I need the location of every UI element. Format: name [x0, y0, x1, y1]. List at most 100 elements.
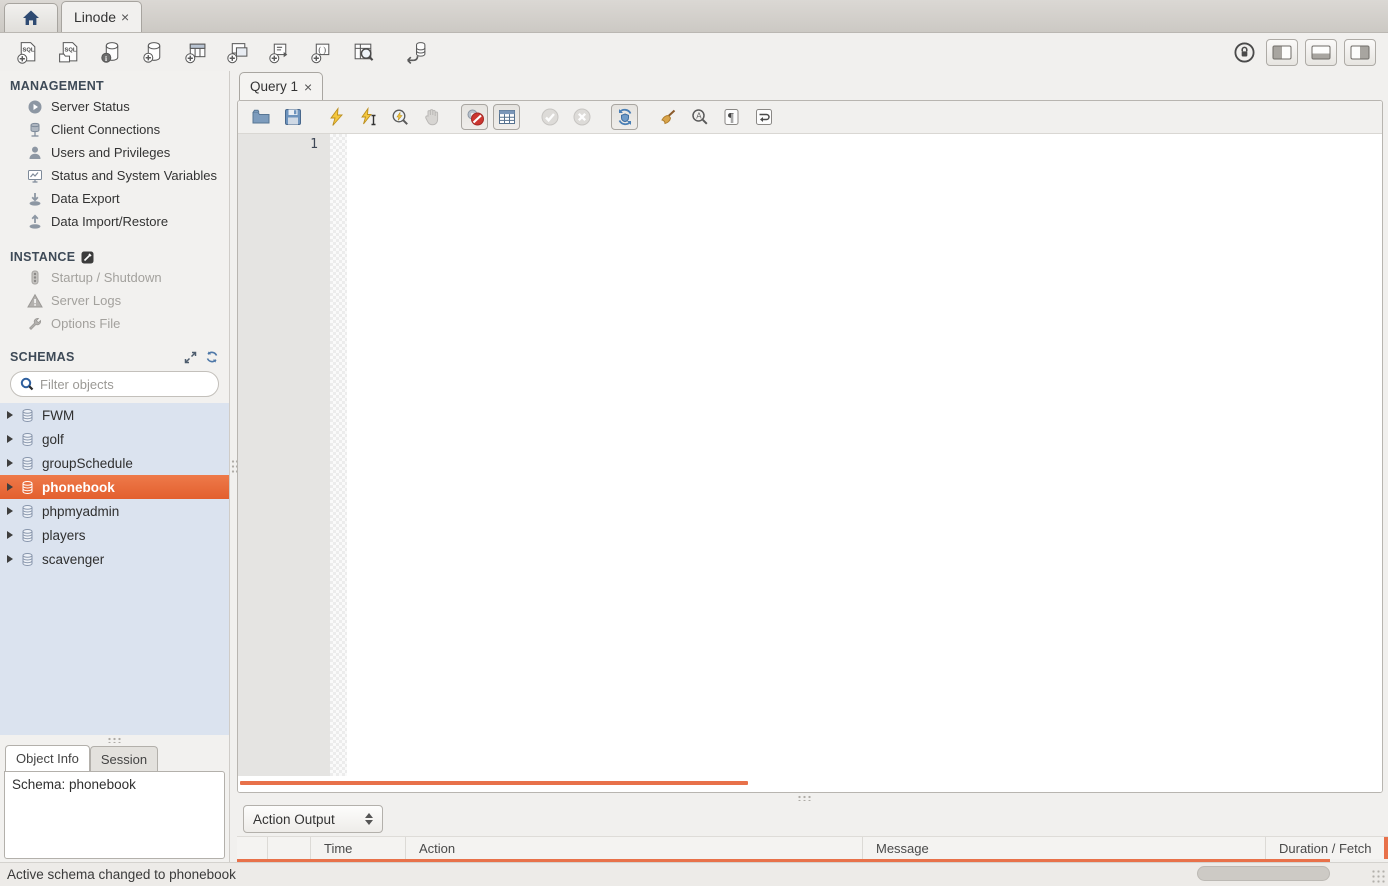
stop-icon[interactable]: [418, 104, 445, 130]
create-table-icon[interactable]: [180, 37, 210, 67]
code-area[interactable]: [347, 134, 1382, 776]
open-script-icon[interactable]: [247, 104, 274, 130]
output-table-header: Time Action Message Duration / Fetch: [237, 836, 1388, 862]
toggle-autocommit-icon[interactable]: [611, 104, 638, 130]
server-status-icon: [27, 99, 43, 115]
expander-icon[interactable]: [7, 411, 13, 419]
create-schema-icon[interactable]: [138, 37, 168, 67]
schema-filter-input[interactable]: [40, 377, 216, 392]
expander-icon[interactable]: [7, 555, 13, 563]
schema-icon: [20, 456, 35, 471]
status-bar: Active schema changed to phonebook: [0, 862, 1388, 886]
schema-row-phpmyadmin[interactable]: phpmyadmin: [0, 499, 229, 523]
line-number: 1: [310, 137, 318, 152]
home-tab[interactable]: [4, 3, 58, 32]
window-resize-grip-icon[interactable]: [1371, 869, 1386, 884]
home-icon: [21, 9, 41, 27]
create-procedure-icon[interactable]: [264, 37, 294, 67]
tab-query-1[interactable]: Query 1 ×: [239, 72, 323, 100]
tab-session[interactable]: Session: [90, 746, 158, 771]
horizontal-scrollbar-thumb[interactable]: [1197, 866, 1330, 881]
schema-inspector-icon[interactable]: i: [96, 37, 126, 67]
sidebar-item-startup-shutdown[interactable]: Startup / Shutdown: [0, 266, 229, 289]
refresh-schemas-icon[interactable]: [204, 350, 219, 365]
sql-editor[interactable]: 1: [238, 134, 1382, 792]
toggle-stop-on-error-icon[interactable]: [461, 104, 488, 130]
sidebar-main-splitter[interactable]: [230, 71, 237, 862]
expander-icon[interactable]: [7, 531, 13, 539]
column-status: [237, 837, 268, 859]
workbench-window: Linode × SQL SQL i ( ): [0, 0, 1388, 886]
explain-icon[interactable]: [386, 104, 413, 130]
svg-text:( ): ( ): [318, 45, 326, 54]
output-right-accent: [1384, 837, 1388, 859]
sql-editor-toolbar: A ¶: [238, 101, 1382, 134]
sidebar-item-users-privileges[interactable]: Users and Privileges: [0, 141, 229, 164]
limit-rows-icon[interactable]: [493, 104, 520, 130]
schemas-section-title: SCHEMAS: [0, 347, 229, 366]
toggle-wrap-icon[interactable]: [750, 104, 777, 130]
toggle-left-panel-button[interactable]: [1266, 39, 1298, 66]
schema-row-fwm[interactable]: FWM: [0, 403, 229, 427]
new-sql-script-icon[interactable]: SQL: [12, 37, 42, 67]
line-number-gutter: 1: [238, 134, 330, 776]
commit-icon[interactable]: [536, 104, 563, 130]
object-info-content: Schema: phonebook: [12, 777, 136, 792]
expander-icon[interactable]: [7, 507, 13, 515]
search-table-data-icon[interactable]: [348, 37, 378, 67]
instance-config-badge-icon: [81, 251, 94, 264]
sidebar-item-server-logs[interactable]: Server Logs: [0, 289, 229, 312]
schema-row-scavenger[interactable]: scavenger: [0, 547, 229, 571]
schema-row-golf[interactable]: golf: [0, 427, 229, 451]
tab-object-info[interactable]: Object Info: [5, 745, 90, 771]
connection-tab-close-icon[interactable]: ×: [121, 10, 129, 24]
client-connections-icon: [27, 122, 43, 138]
expand-schemas-icon[interactable]: [183, 350, 198, 365]
column-index: [268, 837, 311, 859]
editor-output-splitter[interactable]: [237, 793, 1388, 802]
expander-icon[interactable]: [7, 435, 13, 443]
find-icon[interactable]: A: [686, 104, 713, 130]
beautify-icon[interactable]: [654, 104, 681, 130]
show-invisible-characters-icon[interactable]: ¶: [718, 104, 745, 130]
schema-icon: [20, 504, 35, 519]
output-type-select[interactable]: Action Output: [243, 805, 383, 833]
sidebar-item-system-variables[interactable]: Status and System Variables: [0, 164, 229, 187]
column-time: Time: [311, 837, 406, 859]
column-action: Action: [406, 837, 863, 859]
schema-row-groupschedule[interactable]: groupSchedule: [0, 451, 229, 475]
schema-row-phonebook-selected[interactable]: phonebook: [0, 475, 229, 499]
sidebar-item-client-connections[interactable]: Client Connections: [0, 118, 229, 141]
svg-text:¶: ¶: [728, 110, 734, 125]
save-script-icon[interactable]: [279, 104, 306, 130]
connection-tab[interactable]: Linode ×: [61, 1, 142, 32]
schema-icon: [20, 432, 35, 447]
expander-icon[interactable]: [7, 459, 13, 467]
svg-text:SQL: SQL: [64, 47, 76, 53]
create-function-icon[interactable]: ( ): [306, 37, 336, 67]
sidebar-item-options-file[interactable]: Options File: [0, 312, 229, 335]
rollback-icon[interactable]: [568, 104, 595, 130]
sidebar-item-data-export[interactable]: Data Export: [0, 187, 229, 210]
open-sql-script-icon[interactable]: SQL: [54, 37, 84, 67]
sidebar-bottom-splitter[interactable]: [0, 735, 229, 745]
reconnect-server-icon[interactable]: [400, 37, 430, 67]
sidebar: MANAGEMENT Server Status Client Connecti…: [0, 71, 230, 862]
execute-icon[interactable]: [322, 104, 349, 130]
select-stepper-icon: [365, 813, 373, 825]
info-panel-tabs: Object Info Session: [0, 745, 229, 771]
execute-current-statement-icon[interactable]: [354, 104, 381, 130]
notification-beacon-icon[interactable]: [1229, 37, 1259, 67]
column-message: Message: [863, 837, 1266, 859]
schema-row-players[interactable]: players: [0, 523, 229, 547]
create-view-icon[interactable]: [222, 37, 252, 67]
expander-icon[interactable]: [7, 483, 13, 491]
sidebar-item-data-import[interactable]: Data Import/Restore: [0, 210, 229, 233]
instance-section-title: INSTANCE: [0, 247, 229, 266]
system-variables-icon: [27, 168, 43, 184]
editor-scroll-indicator[interactable]: [240, 781, 748, 785]
toggle-right-panel-button[interactable]: [1344, 39, 1376, 66]
sidebar-item-server-status[interactable]: Server Status: [0, 95, 229, 118]
toggle-bottom-panel-button[interactable]: [1305, 39, 1337, 66]
query-tab-close-icon[interactable]: ×: [304, 80, 312, 94]
